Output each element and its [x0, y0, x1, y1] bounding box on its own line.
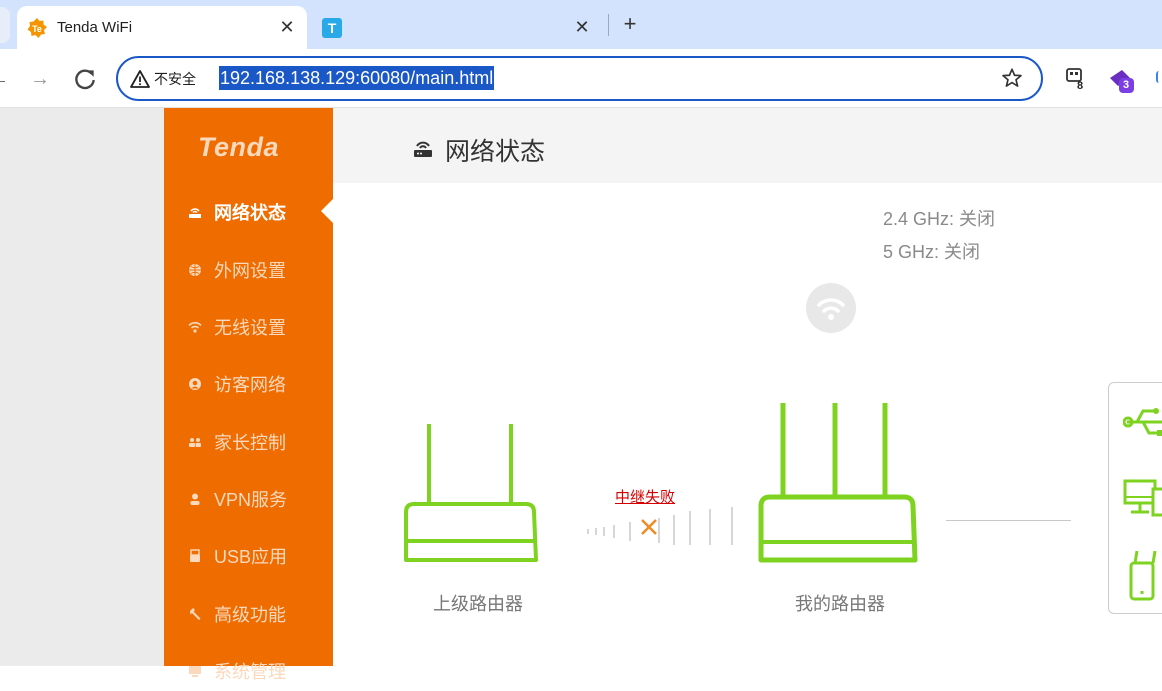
back-arrow-icon[interactable]: ← [0, 66, 12, 92]
signal-wave-icon [587, 507, 733, 545]
browser-toolbar: ← → 不安全 192.168.138.129:60080/main.html … [0, 49, 1162, 108]
tenda-logo: Tenda [198, 132, 280, 162]
security-label[interactable]: 不安全 [154, 69, 196, 89]
address-bar[interactable]: 不安全 192.168.138.129:60080/main.html [116, 56, 1043, 101]
upstream-router-icon [404, 424, 538, 562]
sidebar-item-label: 外网设置 [214, 261, 286, 281]
tab-title: Tenda WiFi [57, 19, 133, 36]
sidebar-item-label: VPN服务 [214, 490, 288, 510]
device-panel [1108, 382, 1162, 614]
active-nav-caret [321, 199, 333, 223]
browser-tab-bar: Te Tenda WiFi ✕ T ✕ + [0, 0, 1162, 49]
extension-partial-icon[interactable] [1156, 71, 1162, 83]
previous-tab-stub[interactable] [0, 7, 10, 43]
forward-arrow-icon[interactable]: → [27, 66, 53, 92]
tab-separator [608, 14, 609, 36]
page-left-margin [0, 108, 164, 666]
new-tab-plus-icon[interactable]: + [618, 11, 642, 36]
sidebar: Tenda 网络状态 外网设置 无线设置 访客网络 家长控制 VPN服务 USB… [164, 108, 333, 682]
sidebar-item-label: 网络状态 [214, 203, 286, 223]
extension-badge: 3 [1123, 79, 1130, 91]
relay-fail-link[interactable]: 中继失败 [615, 486, 675, 507]
bookmark-star-icon[interactable] [1001, 67, 1023, 89]
vpn-icon [188, 492, 202, 506]
url-text[interactable]: 192.168.138.129:60080/main.html [219, 66, 495, 90]
tab-second[interactable]: T ✕ [312, 6, 608, 49]
svg-text:Te: Te [32, 24, 42, 34]
sidebar-item-system[interactable]: 系统管理 [164, 651, 333, 691]
computer-icon[interactable] [1123, 479, 1162, 519]
sidebar-item-label: 访客网络 [214, 375, 286, 395]
wifi-5ghz-status: 5 GHz: 关闭 [883, 242, 981, 262]
svg-text:T: T [328, 20, 337, 36]
wifi-status-circle[interactable] [806, 283, 856, 333]
phone-icon[interactable] [1127, 549, 1162, 601]
family-icon [188, 435, 202, 449]
sidebar-item-label: USB应用 [214, 547, 288, 567]
sidebar-item-label: 家长控制 [214, 433, 286, 453]
sidebar-item-label: 高级功能 [214, 605, 286, 625]
wifi-icon [188, 320, 202, 334]
wifi-24ghz-status: 2.4 GHz: 关闭 [883, 209, 996, 229]
page-title: 网络状态 [445, 138, 546, 166]
close-tab-icon[interactable]: ✕ [275, 16, 299, 40]
sidebar-item-label: 无线设置 [214, 318, 286, 338]
t-app-favicon-icon: T [322, 17, 342, 38]
extension-badge: 8 [1077, 80, 1084, 92]
guest-icon [188, 377, 202, 391]
sidebar-item-parental-control[interactable]: 家长控制 [164, 422, 333, 462]
warning-triangle-icon[interactable] [130, 69, 150, 89]
sidebar-item-label: 系统管理 [214, 662, 286, 682]
router-icon [414, 141, 432, 157]
upstream-router-label: 上级路由器 [433, 594, 523, 614]
sidebar-item-guest-network[interactable]: 访客网络 [164, 364, 333, 404]
system-icon [188, 664, 202, 678]
my-router-label: 我的路由器 [795, 594, 885, 614]
connector-line [946, 520, 1071, 521]
sidebar-item-wan-settings[interactable]: 外网设置 [164, 250, 333, 290]
reload-icon[interactable] [72, 66, 98, 92]
extension-purple-icon[interactable]: 3 [1108, 66, 1138, 96]
sidebar-item-usb-app[interactable]: USB应用 [164, 536, 333, 576]
usb-icon[interactable] [1123, 405, 1162, 439]
sidebar-item-wireless-settings[interactable]: 无线设置 [164, 307, 333, 347]
my-router-icon [758, 403, 918, 563]
content-header: 网络状态 [333, 108, 1162, 183]
extension-counter-icon[interactable]: 8 [1064, 66, 1094, 96]
globe-icon [188, 263, 202, 277]
router-icon [188, 205, 202, 219]
sidebar-item-advanced[interactable]: 高级功能 [164, 594, 333, 634]
usb-icon [188, 549, 202, 563]
close-tab-icon[interactable]: ✕ [570, 16, 594, 40]
wifi-icon [817, 298, 845, 320]
wrench-icon [188, 607, 202, 621]
tab-tenda-wifi[interactable]: Te Tenda WiFi ✕ [17, 6, 307, 49]
sidebar-item-vpn-service[interactable]: VPN服务 [164, 479, 333, 519]
tenda-favicon-icon: Te [27, 17, 47, 38]
fail-x-icon [641, 519, 657, 535]
sidebar-item-network-status[interactable]: 网络状态 [164, 192, 333, 232]
